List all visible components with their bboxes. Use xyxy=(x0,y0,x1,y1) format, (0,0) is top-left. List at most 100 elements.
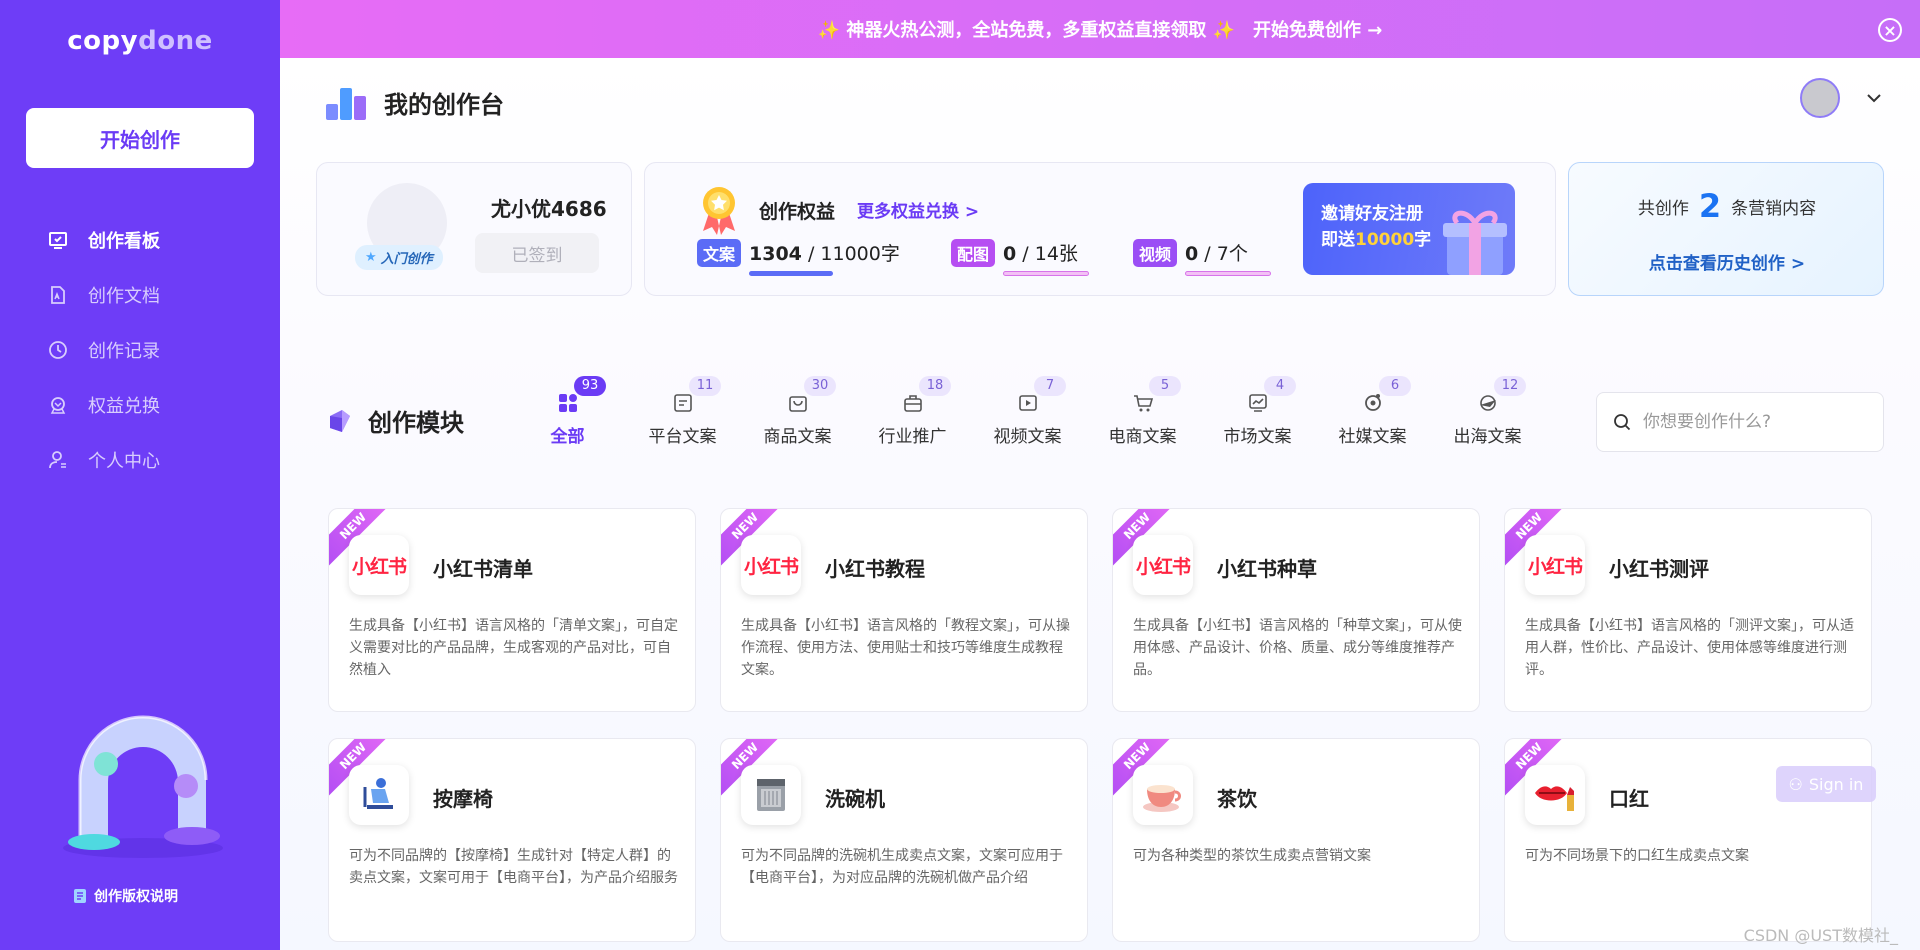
tab-industry[interactable]: 18 行业推广 xyxy=(855,376,970,447)
close-icon[interactable]: × xyxy=(1878,18,1902,42)
tab-platform[interactable]: 11 平台文案 xyxy=(625,376,740,447)
level-label: 入门创作 xyxy=(380,252,433,267)
card-title: 口红 xyxy=(1609,787,1649,811)
history-suffix: 条营销内容 xyxy=(1731,199,1817,219)
module-card[interactable]: NEW 茶饮 可为各种类型的茶饮生成卖点营销文案 xyxy=(1112,738,1480,942)
invite-suffix: 字 xyxy=(1414,230,1432,250)
logo[interactable]: copydone xyxy=(0,26,280,56)
chart-icon xyxy=(1248,394,1267,412)
module-title: 创作模块 xyxy=(368,409,464,437)
cube-icon xyxy=(330,409,350,432)
tab-label: 出海文案 xyxy=(1453,427,1522,447)
tab-label: 行业推广 xyxy=(878,427,947,447)
signin-float-button[interactable]: ⚇ Sign in xyxy=(1776,766,1876,802)
sidebar-item-records[interactable]: 创作记录 xyxy=(0,322,280,377)
search-input[interactable] xyxy=(1643,412,1863,432)
card-description: 生成具备【小红书】语言风格的「教程文案」，可从操作流程、使用方法、使用贴士和技巧… xyxy=(741,618,1070,678)
card-description: 可为各种类型的茶饮生成卖点营销文案 xyxy=(1133,848,1371,864)
xiaohongshu-icon: 小红书 xyxy=(349,535,409,595)
main-content: 我的创作台 尤小优4686 ★ 入门创作 已签到 创作权益 更多权益兑换 > 文案… xyxy=(280,58,1920,950)
tab-label: 社媒文案 xyxy=(1338,427,1407,447)
watermark: CSDN @UST数模社_ xyxy=(1743,926,1898,945)
tab-count: 6 xyxy=(1379,376,1411,396)
banner-text: ✨ 神器火热公测，全站免费，多重权益直接领取 ✨ xyxy=(817,20,1235,41)
quota-used: 0 xyxy=(1185,243,1199,265)
sidebar-item-label: 权益兑换 xyxy=(88,395,160,417)
card-description: 生成具备【小红书】语言风格的「测评文案」，可从适用人群，性价比、产品设计、使用体… xyxy=(1525,618,1854,678)
card-title: 小红书测评 xyxy=(1609,557,1709,581)
document-icon xyxy=(51,285,65,304)
video-icon xyxy=(1018,395,1037,411)
card-title: 茶饮 xyxy=(1217,787,1257,811)
xiaohongshu-logo-text: 小红书 xyxy=(1135,555,1191,578)
badge-icon xyxy=(50,396,66,414)
quota-images: 配图 0 / 14张 xyxy=(951,239,1089,276)
tab-overseas[interactable]: 12 出海文案 xyxy=(1430,376,1545,447)
tab-count: 18 xyxy=(919,376,951,396)
module-card[interactable]: NEW 小红书 小红书种草 生成具备【小红书】语言风格的「种草文案」，可从使用体… xyxy=(1112,508,1480,712)
social-icon xyxy=(1364,394,1381,411)
tab-label: 视频文案 xyxy=(993,427,1062,447)
card-title: 按摩椅 xyxy=(433,787,493,811)
grid-icon xyxy=(558,394,577,412)
plane-icon xyxy=(1479,395,1496,411)
invite-highlight: 10000 xyxy=(1355,230,1415,250)
quota-total: / 14张 xyxy=(1016,243,1078,265)
sidebar-item-benefits[interactable]: 权益兑换 xyxy=(0,377,280,432)
logo-text-2: done xyxy=(138,26,213,56)
history-prefix: 共创作 xyxy=(1637,199,1689,219)
briefcase-icon xyxy=(903,395,922,412)
search-icon xyxy=(1614,414,1631,431)
tab-all[interactable]: 93 全部 xyxy=(510,376,625,447)
invite-friends-button[interactable]: 邀请好友注册 即送10000字 xyxy=(1303,183,1515,275)
quota-used: 1304 xyxy=(749,243,802,265)
tab-count: 93 xyxy=(574,376,606,396)
sidebar-item-label: 创作文档 xyxy=(88,285,160,307)
quota-card: 创作权益 更多权益兑换 > 文案 1304 / 11000字 配图 0 / 14… xyxy=(644,162,1556,296)
quota-videos: 视频 0 / 7个 xyxy=(1133,239,1271,276)
chevron-down-icon[interactable] xyxy=(1864,88,1884,108)
view-history-link[interactable]: 点击查看历史创作 > xyxy=(1569,249,1885,274)
xiaohongshu-logo-text: 小红书 xyxy=(743,555,799,578)
module-card[interactable]: NEW 洗碗机 可为不同品牌的洗碗机生成卖点文案，文案可应用于【电商平台】，为对… xyxy=(720,738,1088,942)
tab-social[interactable]: 6 社媒文案 xyxy=(1315,376,1430,447)
tab-product[interactable]: 30 商品文案 xyxy=(740,376,855,447)
sidebar-item-dashboard[interactable]: 创作看板 xyxy=(0,212,280,267)
category-tabs: 93 全部 11 平台文案 30 商品文案 18 行业推广 7 视频文案 5 电… xyxy=(510,376,1545,447)
sidebar-nav: 创作看板 创作文档 创作记录 权益兑换 个人中心 xyxy=(0,212,280,487)
user-icon xyxy=(49,450,66,468)
quota-tag: 视频 xyxy=(1133,239,1178,267)
card-description: 可为不同品牌的【按摩椅】生成针对【特定人群】的卖点文案，文案可用于【电商平台】，… xyxy=(349,848,678,886)
sidebar-item-profile[interactable]: 个人中心 xyxy=(0,432,280,487)
card-title: 小红书种草 xyxy=(1217,557,1317,581)
avatar[interactable] xyxy=(1800,78,1840,118)
sidebar-item-documents[interactable]: 创作文档 xyxy=(0,267,280,322)
module-card[interactable]: NEW 按摩椅 可为不同品牌的【按摩椅】生成针对【特定人群】的卖点文案，文案可用… xyxy=(328,738,696,942)
more-benefits-link[interactable]: 更多权益兑换 > xyxy=(857,197,979,222)
copyright-link[interactable]: 创作版权说明 xyxy=(72,886,178,906)
module-card[interactable]: NEW 小红书 小红书测评 生成具备【小红书】语言风格的「测评文案」，可从适用人… xyxy=(1504,508,1872,712)
logo-text-1: copy xyxy=(67,26,139,56)
module-card[interactable]: NEW 小红书 小红书教程 生成具备【小红书】语言风格的「教程文案」，可从操作流… xyxy=(720,508,1088,712)
workbench-logo-icon xyxy=(326,88,366,120)
medal-icon xyxy=(703,187,735,235)
card-title: 小红书清单 xyxy=(433,557,533,581)
tab-count: 4 xyxy=(1264,376,1296,396)
tab-count: 11 xyxy=(689,376,721,396)
dishwasher-icon xyxy=(741,765,801,825)
quota-value: 0 / 7个 xyxy=(1185,239,1248,266)
tab-label: 全部 xyxy=(550,427,585,447)
dashboard-icon xyxy=(49,231,67,249)
massage-chair-icon xyxy=(349,765,409,825)
module-card[interactable]: NEW 小红书 小红书清单 生成具备【小红书】语言风格的「清单文案」，可自定义需… xyxy=(328,508,696,712)
tab-ecommerce[interactable]: 5 电商文案 xyxy=(1085,376,1200,447)
signin-status-button[interactable]: 已签到 xyxy=(475,233,599,273)
tab-market[interactable]: 4 市场文案 xyxy=(1200,376,1315,447)
tab-video[interactable]: 7 视频文案 xyxy=(970,376,1085,447)
xiaohongshu-icon: 小红书 xyxy=(1525,535,1585,595)
start-creating-button[interactable]: 开始创作 xyxy=(26,108,254,168)
tab-label: 商品文案 xyxy=(763,427,832,447)
card-title: 小红书教程 xyxy=(825,557,925,581)
tab-label: 电商文案 xyxy=(1108,427,1177,447)
banner-cta-link[interactable]: 开始免费创作 → xyxy=(1253,16,1382,42)
